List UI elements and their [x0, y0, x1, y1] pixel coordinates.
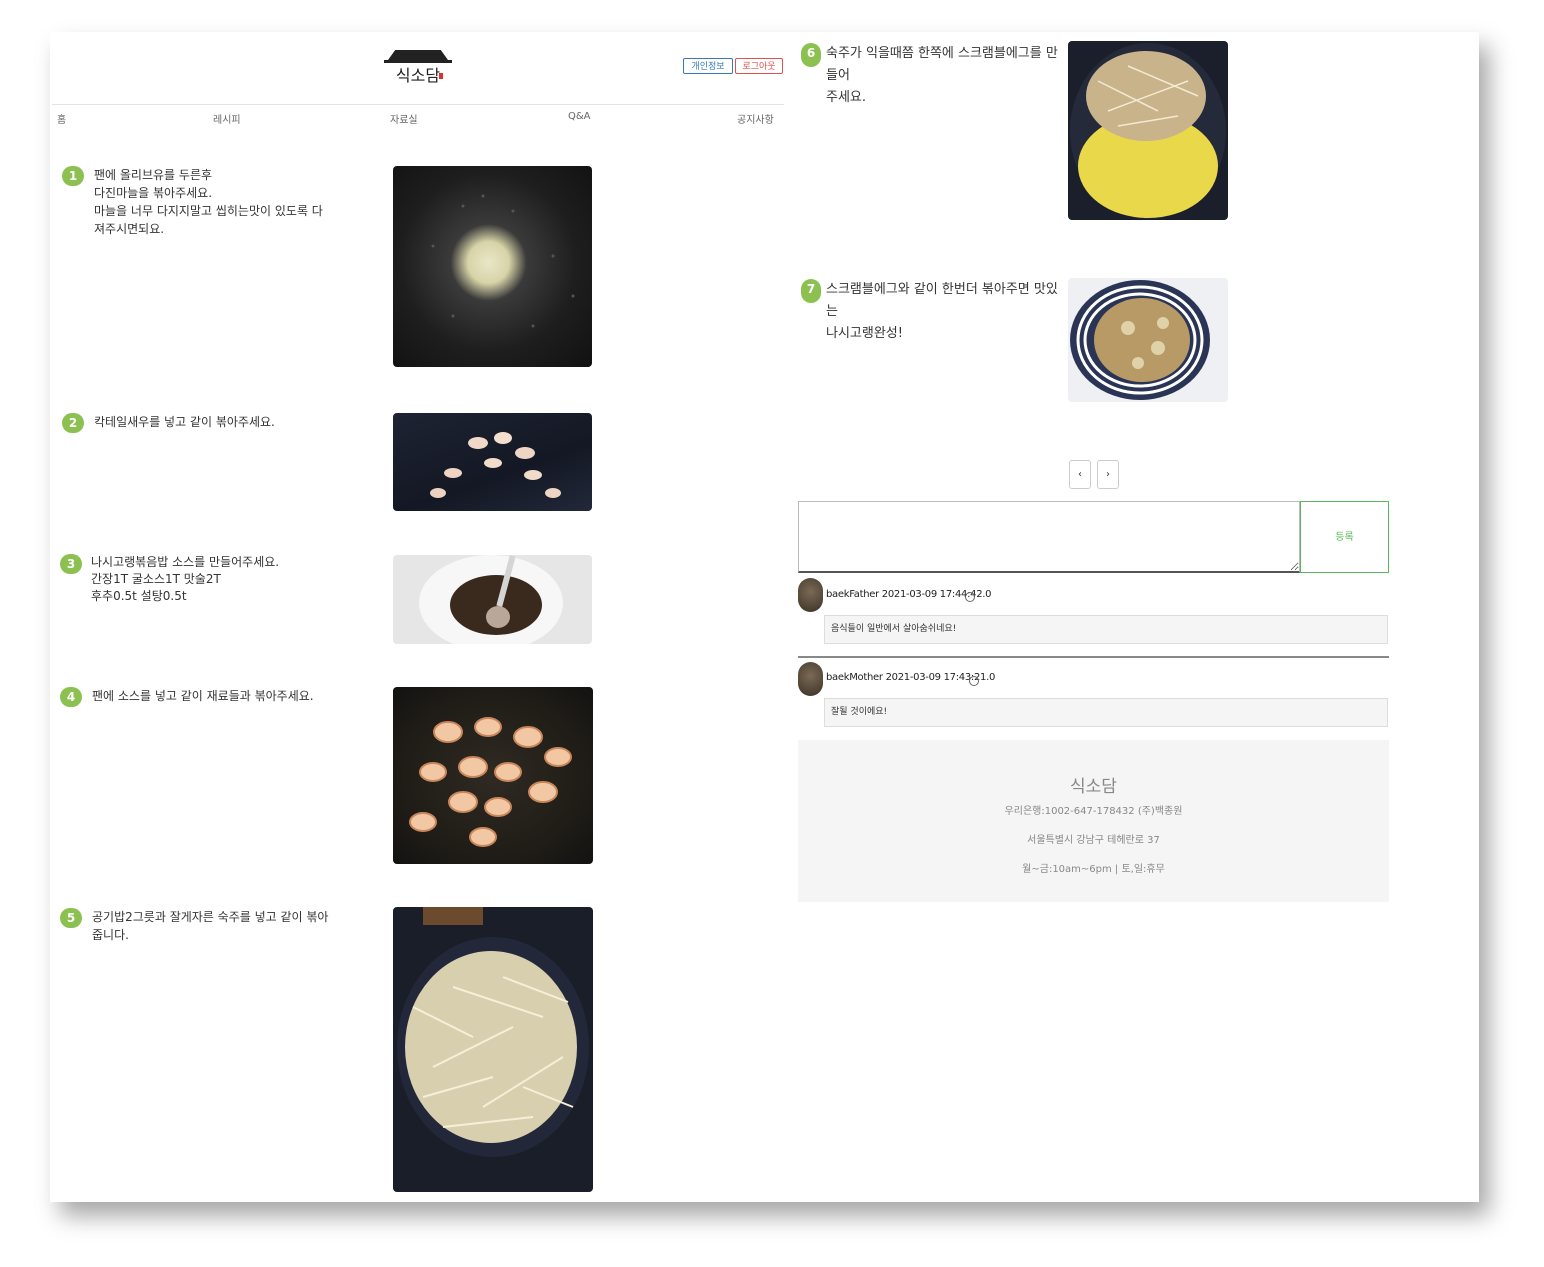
step-7-photo [1068, 278, 1228, 402]
step-1-photo [393, 166, 592, 367]
garlic-pan-image [431, 194, 575, 328]
footer-title: 식소담 [1070, 777, 1117, 797]
step-4-text: 팬에 소스를 넣고 같이 재료들과 볶아주세요. [92, 689, 314, 703]
step-number-badge: 4 [60, 687, 82, 707]
logout-button[interactable]: 로그아웃 [735, 58, 783, 74]
step-7-text: 스크램블에그와 같이 한번더 볶아주면 맛있는 나시고랭완성! [826, 282, 1058, 341]
comment-submit-button[interactable]: 등록 [1300, 501, 1389, 573]
nav-qna[interactable]: Q&A [568, 111, 591, 122]
prev-page-button[interactable]: ‹ [1069, 460, 1091, 489]
profile-button[interactable]: 개인정보 [683, 58, 733, 74]
step-1-text: 팬에 올리브유를 두른후 다진마늘을 볶아주세요. 마늘을 너무 다지지말고 씹… [94, 168, 323, 236]
nav-recipe[interactable]: 레시피 [213, 111, 241, 126]
step-number-badge: 3 [60, 554, 82, 574]
comment-author: baekMother [826, 672, 883, 683]
bean-sprouts-pan-image [397, 907, 589, 1157]
footer-bank: 우리은행:1002-647-178432 (주)백종원 [1004, 806, 1183, 817]
comment-divider [798, 656, 1389, 658]
comment-reply-icon[interactable] [969, 676, 979, 686]
step-2-photo [393, 413, 592, 511]
comment-text: 음식들이 일반에서 살아숨쉬네요! [824, 615, 1388, 644]
comment-author: baekFather [826, 589, 879, 600]
sauce-bowl-image [419, 555, 563, 644]
step-number-badge: 6 [801, 43, 821, 67]
step-2-text: 칵테일새우를 넣고 같이 볶아주세요. [94, 415, 275, 429]
avatar [798, 578, 823, 612]
step-number-badge: 1 [62, 166, 84, 186]
shrimp-pan-image [430, 432, 561, 498]
step-5-text: 공기밥2그릇과 잘게자른 숙주를 넣고 같이 볶아 줍니다. [92, 910, 329, 942]
step-6-photo [1068, 41, 1228, 220]
next-page-button[interactable]: › [1097, 460, 1119, 489]
avatar [798, 662, 823, 696]
step-4-photo [393, 687, 593, 864]
shrimp-sauce-pan-image [409, 717, 572, 847]
site-logo[interactable]: 식소담 [384, 50, 452, 85]
scrambled-egg-pan-image [1070, 43, 1226, 219]
logo-dot [439, 73, 443, 79]
header-divider [52, 104, 784, 105]
step-3-photo [393, 555, 592, 644]
comment-text: 잘될 것이에요! [824, 698, 1388, 727]
comment-reply-icon[interactable] [965, 592, 975, 602]
comment-timestamp: 2021-03-09 17:44:42.0 [881, 589, 992, 600]
footer-address: 서울특별시 강남구 테헤란로 37 [1027, 835, 1160, 846]
site-footer: 식소담 우리은행:1002-647-178432 (주)백종원 서울특별시 강남… [798, 740, 1389, 902]
comment-textarea[interactable] [798, 501, 1300, 573]
step-number-badge: 2 [62, 413, 84, 433]
nasi-goreng-bowl-image [1070, 280, 1210, 400]
step-6-text: 숙주가 익을때쯤 한쪽에 스크램블에그를 만들어 주세요. [826, 46, 1058, 105]
nav-archive[interactable]: 자료실 [390, 111, 418, 126]
nav-notice[interactable]: 공지사항 [737, 111, 774, 126]
step-number-badge: 5 [60, 908, 82, 928]
logo-roof-icon [388, 50, 448, 60]
step-number-badge: 7 [801, 279, 821, 303]
step-5-photo [393, 907, 593, 1192]
nav-home[interactable]: 홈 [57, 111, 66, 126]
step-3-text: 나시고랭볶음밥 소스를 만들어주세요. 간장1T 굴소스1T 맛술2T 후추0.… [91, 555, 280, 603]
footer-hours: 월~금:10am~6pm | 토,일:휴무 [1022, 864, 1165, 875]
